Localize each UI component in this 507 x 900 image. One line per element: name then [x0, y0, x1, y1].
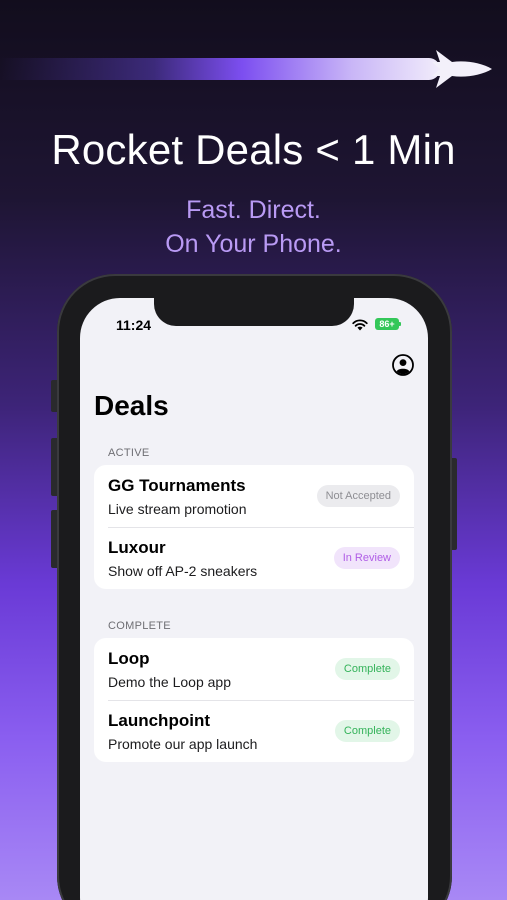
- tagline-line-1: Fast. Direct.: [186, 196, 321, 224]
- battery-nub: [399, 322, 401, 326]
- deal-title: Launchpoint: [108, 711, 210, 730]
- deal-title: Loop: [108, 649, 150, 668]
- person-circle-icon[interactable]: [392, 354, 414, 376]
- deal-row[interactable]: GG Tournaments Live stream promotion Not…: [94, 465, 414, 527]
- section-header-complete: COMPLETE: [108, 620, 171, 632]
- active-deals-list: GG Tournaments Live stream promotion Not…: [94, 465, 414, 589]
- deal-subtitle: Promote our app launch: [108, 736, 258, 752]
- status-badge: Complete: [334, 658, 400, 680]
- deal-row[interactable]: Luxour Show off AP-2 sneakers In Review: [94, 527, 414, 589]
- page-title: Deals: [94, 390, 169, 421]
- deal-row[interactable]: Launchpoint Promote our app launch Compl…: [94, 700, 414, 762]
- tagline-line-2: On Your Phone.: [165, 230, 342, 258]
- deal-title: GG Tournaments: [108, 476, 246, 495]
- status-time: 11:24: [116, 317, 152, 333]
- status-badge: In Review: [333, 547, 400, 569]
- deal-title: Luxour: [108, 538, 166, 557]
- deal-subtitle: Live stream promotion: [108, 501, 247, 517]
- wifi-icon: [352, 319, 368, 331]
- status-badge: Not Accepted: [316, 485, 400, 507]
- notch: [154, 298, 354, 326]
- rocket-icon: [432, 50, 492, 88]
- section-header-active: ACTIVE: [108, 447, 150, 459]
- status-badge: Complete: [334, 720, 400, 742]
- phone-screen: 11:24 86+ Deals ACTIVE GG Tournaments Li…: [80, 298, 428, 900]
- headline: Rocket Deals < 1 Min: [51, 126, 456, 173]
- deal-subtitle: Demo the Loop app: [108, 674, 231, 690]
- battery-indicator: 86+: [375, 318, 399, 330]
- rocket-trail: [0, 58, 440, 80]
- complete-deals-list: Loop Demo the Loop app Complete Launchpo…: [94, 638, 414, 762]
- deal-row[interactable]: Loop Demo the Loop app Complete: [94, 638, 414, 700]
- deal-subtitle: Show off AP-2 sneakers: [108, 563, 258, 579]
